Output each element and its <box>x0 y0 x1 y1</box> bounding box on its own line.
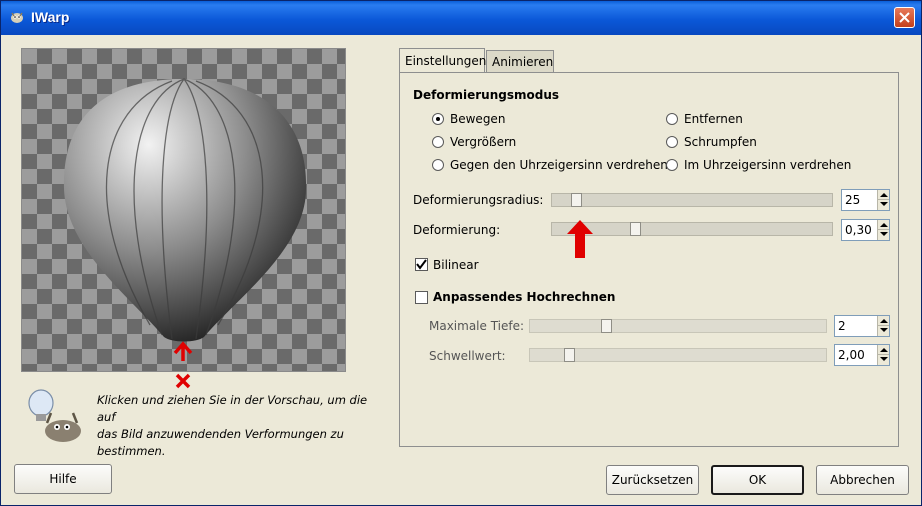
check-icon <box>416 259 427 270</box>
threshold-label: Schwellwert: <box>429 349 506 363</box>
iwarp-dialog: IWarp Klicken und ziehen Sie in der Vors… <box>0 0 922 506</box>
tab-einstellungen[interactable]: Einstellungen <box>399 48 486 72</box>
help-button[interactable]: Hilfe <box>14 464 112 494</box>
title-bar[interactable]: IWarp <box>1 1 921 35</box>
depth-spinner[interactable]: 2 <box>834 315 890 337</box>
mode-heading: Deformierungsmodus <box>413 88 559 102</box>
depth-slider-thumb[interactable] <box>601 319 612 333</box>
threshold-slider[interactable] <box>529 348 827 362</box>
close-icon <box>899 12 910 23</box>
radio-gegen-uhrzeigersinn[interactable] <box>432 159 444 171</box>
threshold-value: 2,00 <box>838 348 865 362</box>
depth-up-button[interactable] <box>877 316 889 326</box>
label-schrumpfen: Schrumpfen <box>684 135 757 149</box>
cancel-button[interactable]: Abbrechen <box>816 465 909 495</box>
amount-value: 0,30 <box>845 223 872 237</box>
threshold-slider-thumb[interactable] <box>564 348 575 362</box>
depth-slider[interactable] <box>529 319 827 333</box>
radio-schrumpfen[interactable] <box>666 136 678 148</box>
radius-value: 25 <box>845 193 861 207</box>
adaptive-label: Anpassendes Hochrechnen <box>433 290 616 304</box>
amount-slider-thumb[interactable] <box>630 222 641 236</box>
arrow-up-icon <box>880 193 888 197</box>
arrow-down-icon <box>880 202 888 206</box>
threshold-spinner[interactable]: 2,00 <box>834 344 890 366</box>
radio-uhrzeigersinn[interactable] <box>666 159 678 171</box>
amount-down-button[interactable] <box>877 230 889 240</box>
tab-animieren[interactable]: Animieren <box>486 50 554 72</box>
radius-slider-thumb[interactable] <box>571 193 582 207</box>
ok-button[interactable]: OK <box>711 465 804 495</box>
radius-spinner[interactable]: 25 <box>841 189 890 211</box>
label-entfernen: Entfernen <box>684 112 743 126</box>
radius-up-button[interactable] <box>877 190 889 200</box>
gimp-icon <box>11 12 23 23</box>
radius-slider[interactable] <box>551 193 833 207</box>
arrow-up-icon <box>880 319 888 323</box>
reset-button[interactable]: Zurücksetzen <box>606 465 699 495</box>
balloon-image <box>63 78 307 342</box>
arrow-down-icon <box>880 328 888 332</box>
close-button[interactable] <box>894 7 915 28</box>
label-gegen-uhrzeigersinn: Gegen den Uhrzeigersinn verdrehen <box>450 158 668 172</box>
radio-vergroessern[interactable] <box>432 136 444 148</box>
radio-entfernen[interactable] <box>666 113 678 125</box>
radius-down-button[interactable] <box>877 200 889 210</box>
arrow-up-icon <box>880 223 888 227</box>
adaptive-checkbox[interactable] <box>415 291 428 304</box>
threshold-up-button[interactable] <box>877 345 889 355</box>
radio-bewegen[interactable] <box>432 113 444 125</box>
label-bewegen: Bewegen <box>450 112 506 126</box>
bilinear-label: Bilinear <box>433 258 479 272</box>
hint-text: Klicken und ziehen Sie in der Vorschau, … <box>97 393 368 458</box>
amount-up-button[interactable] <box>877 220 889 230</box>
depth-down-button[interactable] <box>877 326 889 336</box>
annotation-up-arrow-icon <box>567 220 593 258</box>
amount-label: Deformierung: <box>413 223 501 237</box>
amount-spinner[interactable]: 0,30 <box>841 219 890 241</box>
depth-label: Maximale Tiefe: <box>429 319 525 333</box>
annotation-arrow-icon <box>173 341 193 389</box>
radius-label: Deformierungsradius: <box>413 193 544 207</box>
bilinear-checkbox[interactable] <box>415 258 428 271</box>
label-uhrzeigersinn: Im Uhrzeigersinn verdrehen <box>684 158 852 172</box>
wilber-lightbulb-icon <box>28 389 81 442</box>
arrow-up-icon <box>880 348 888 352</box>
arrow-down-icon <box>880 232 888 236</box>
threshold-down-button[interactable] <box>877 355 889 365</box>
arrow-down-icon <box>880 357 888 361</box>
preview-canvas[interactable] <box>21 48 346 372</box>
label-vergroessern: Vergrößern <box>450 135 517 149</box>
depth-value: 2 <box>838 319 846 333</box>
window-title: IWarp <box>31 9 70 25</box>
